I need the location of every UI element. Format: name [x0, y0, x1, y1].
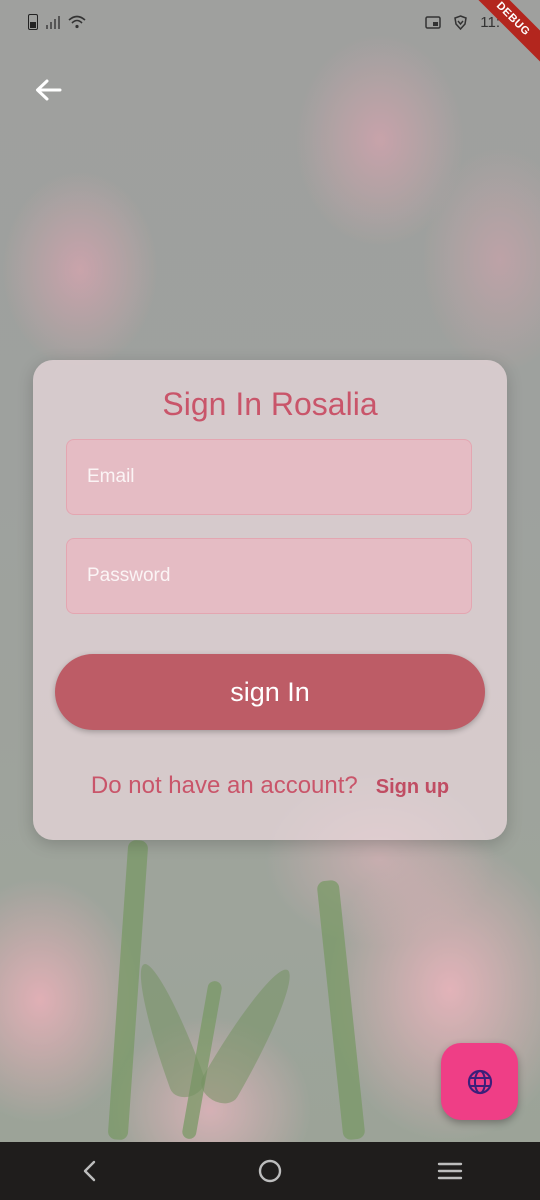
- password-field-container: [66, 538, 472, 614]
- arrow-left-icon: [36, 79, 62, 101]
- globe-icon: [467, 1069, 492, 1094]
- sign-in-card: Sign In Rosalia sign In Do not have an a…: [33, 360, 507, 840]
- sign-up-row: Do not have an account? Sign up: [33, 772, 507, 800]
- nav-back-button[interactable]: [60, 1142, 120, 1200]
- back-button[interactable]: [28, 70, 68, 110]
- sign-in-button[interactable]: sign In: [55, 654, 485, 730]
- system-navigation-bar: [0, 1142, 540, 1200]
- account-prompt: Do not have an account?: [90, 772, 358, 799]
- page-title: Sign In Rosalia: [162, 386, 378, 422]
- nav-home-button[interactable]: [240, 1142, 300, 1200]
- wifi-icon: [68, 15, 86, 29]
- cast-icon: [425, 16, 441, 29]
- password-field[interactable]: [67, 539, 471, 613]
- menu-icon: [437, 1162, 463, 1180]
- email-field[interactable]: [67, 440, 471, 514]
- signal-icon: [46, 15, 60, 29]
- status-bar: 11: DEBUG: [0, 0, 540, 66]
- battery-icon: [28, 14, 38, 30]
- language-fab-button[interactable]: [441, 1043, 518, 1120]
- sign-up-link[interactable]: Sign up: [376, 776, 449, 799]
- home-circle-icon: [258, 1159, 282, 1183]
- email-field-container: [66, 439, 472, 515]
- back-triangle-icon: [83, 1160, 96, 1182]
- nav-recents-button[interactable]: [420, 1142, 480, 1200]
- shield-icon: [454, 15, 468, 30]
